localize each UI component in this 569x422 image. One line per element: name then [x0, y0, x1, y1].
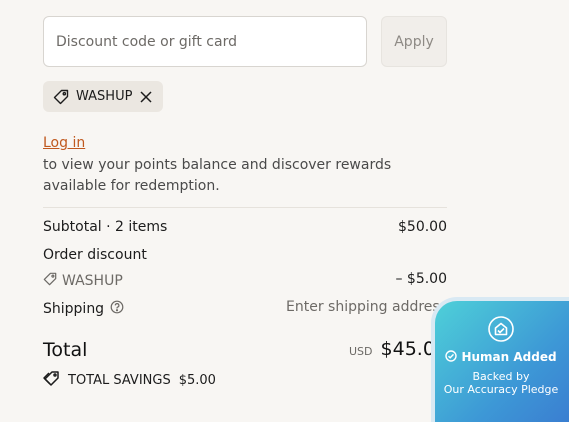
login-description: to view your points balance and discover… — [43, 157, 392, 194]
remove-code-close-icon[interactable] — [139, 90, 153, 104]
savings-tag-icon — [43, 370, 60, 391]
discount-code-label: WASHUP — [62, 272, 123, 289]
currency-label: USD — [349, 345, 373, 358]
shipping-value: Enter shipping address — [286, 299, 447, 315]
discount-code-row: WASHUP — [43, 271, 123, 290]
tag-icon — [53, 89, 69, 105]
total-savings-row: TOTAL SAVINGS $5.00 — [43, 370, 216, 391]
help-circle-icon[interactable] — [110, 299, 124, 318]
shield-house-icon — [421, 315, 569, 343]
order-discount-label: Order discount — [43, 247, 147, 263]
subtotal-label: Subtotal · 2 items — [43, 219, 168, 235]
applied-code-label: WASHUP — [76, 89, 133, 104]
discount-code-input[interactable] — [43, 16, 367, 67]
badge-line1: Backed by — [472, 370, 530, 383]
apply-button[interactable]: Apply — [381, 16, 447, 67]
check-circle-icon — [445, 347, 458, 366]
savings-label: TOTAL SAVINGS — [68, 373, 171, 388]
savings-value: $5.00 — [178, 373, 216, 388]
subtotal-value: $50.00 — [398, 219, 447, 235]
shipping-row: Shipping — [43, 299, 124, 318]
discount-value: – $5.00 — [395, 271, 447, 287]
applied-discount-chip: WASHUP — [43, 81, 164, 112]
divider — [43, 207, 447, 208]
tag-icon — [43, 271, 57, 290]
log-in-link[interactable]: Log in — [43, 135, 85, 151]
accuracy-pledge-badge[interactable]: Human Added Backed by Our Accuracy Pledg… — [431, 297, 569, 422]
badge-title: Human Added — [461, 349, 557, 364]
total-label: Total — [43, 339, 88, 361]
badge-line2: Our Accuracy Pledge — [443, 383, 559, 396]
shipping-label: Shipping — [43, 300, 105, 317]
